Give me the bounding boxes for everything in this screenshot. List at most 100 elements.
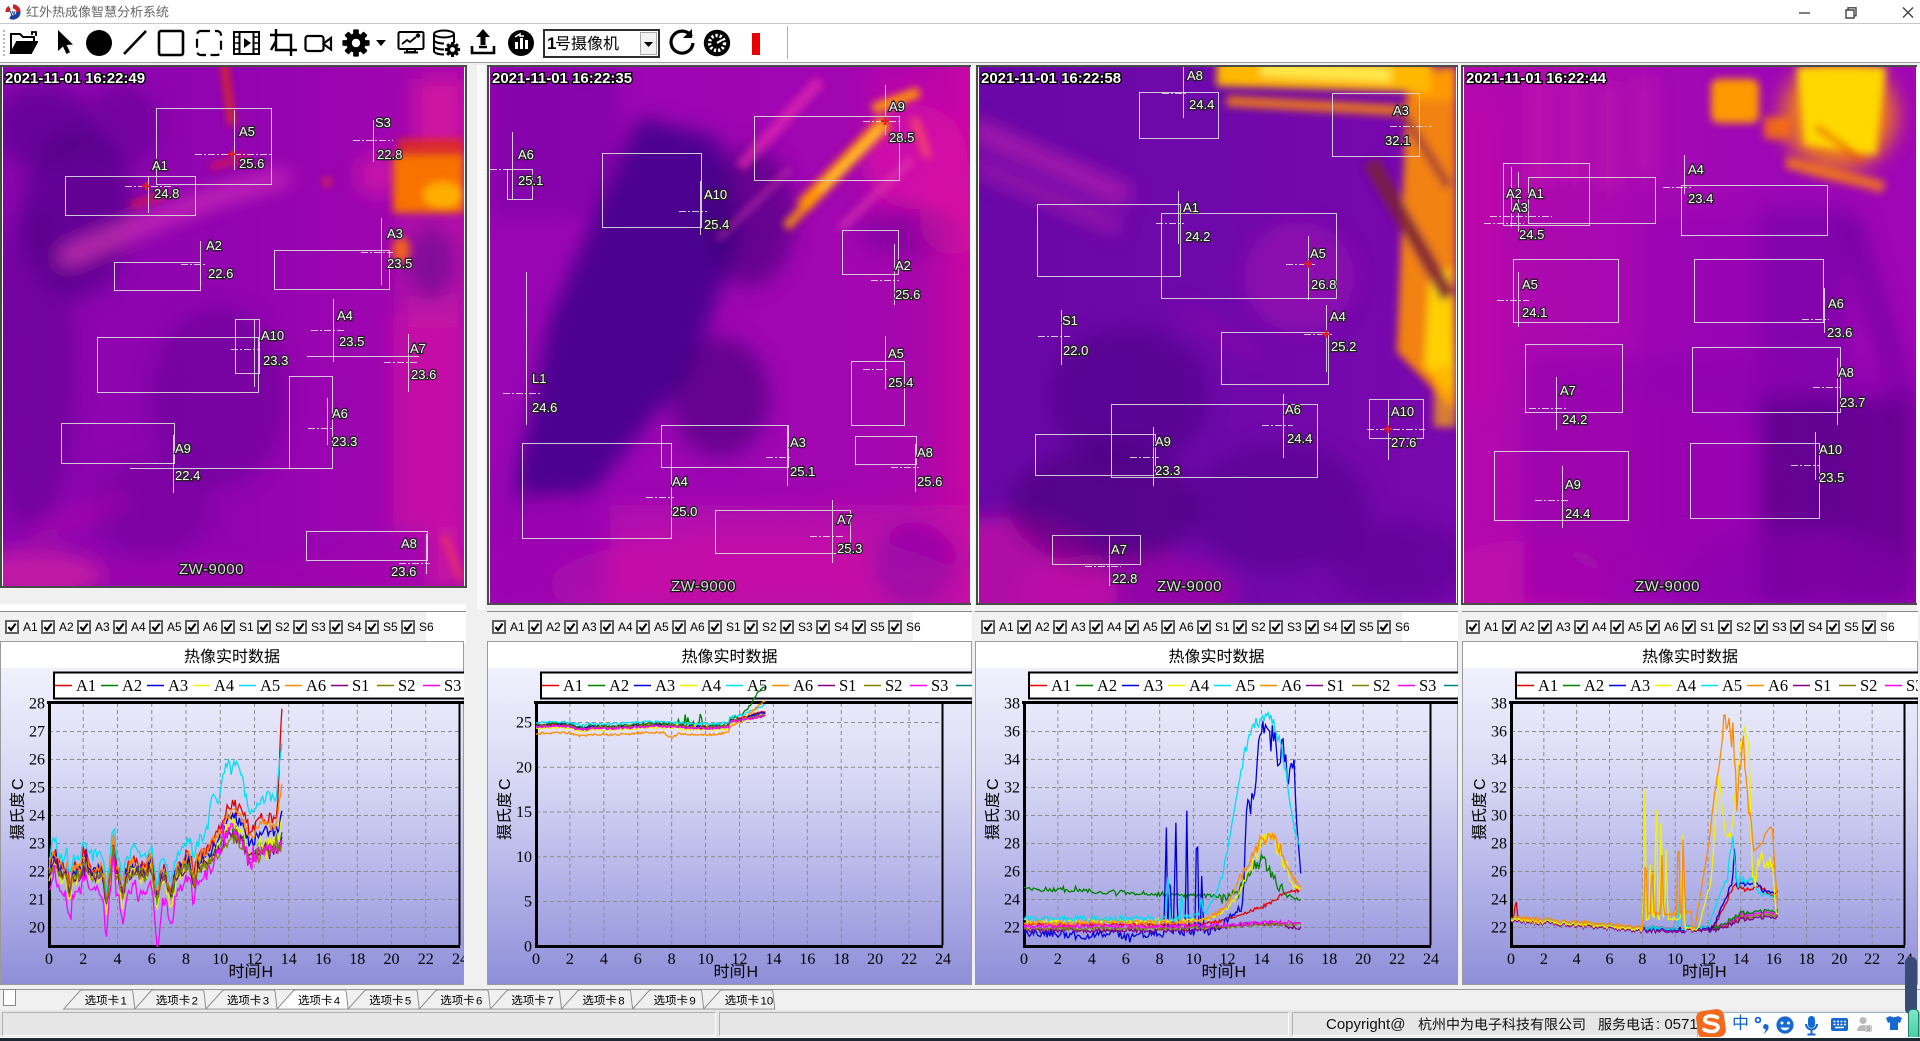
svg-text:A6: A6 [1828, 296, 1844, 311]
svg-text:A10: A10 [1391, 404, 1414, 419]
svg-text:A3: A3 [1512, 200, 1528, 215]
svg-text:9: 9 [689, 995, 695, 1007]
svg-text:A4: A4 [337, 308, 353, 323]
svg-text:22: 22 [29, 864, 45, 881]
svg-text:24.4: 24.4 [1287, 431, 1312, 446]
svg-text:14: 14 [281, 951, 297, 968]
svg-text:24.1: 24.1 [1522, 305, 1547, 320]
svg-text:S1: S1 [1327, 676, 1344, 695]
svg-text:S1: S1 [1814, 676, 1831, 695]
svg-text:C: C [10, 778, 27, 790]
svg-text:16: 16 [315, 951, 331, 968]
svg-text:4: 4 [1088, 951, 1096, 968]
svg-text:A6: A6 [306, 676, 326, 695]
svg-text:10: 10 [1186, 951, 1202, 968]
svg-text:23.5: 23.5 [387, 256, 412, 271]
svg-text:20: 20 [867, 951, 883, 968]
svg-text:A7: A7 [837, 512, 853, 527]
svg-text:16: 16 [1287, 951, 1303, 968]
svg-text:A5: A5 [1522, 277, 1538, 292]
svg-text:2: 2 [1540, 951, 1548, 968]
svg-text:24.5: 24.5 [1519, 227, 1544, 242]
svg-text:S2: S2 [1373, 676, 1390, 695]
svg-text:A3: A3 [655, 676, 675, 695]
svg-text:A1: A1 [1051, 676, 1071, 695]
svg-text:22.8: 22.8 [1112, 571, 1137, 586]
svg-text:24: 24 [1491, 892, 1507, 909]
svg-text:2021-11-01 16:22:58: 2021-11-01 16:22:58 [981, 70, 1121, 87]
svg-text:2021-11-01 16:22:35: 2021-11-01 16:22:35 [492, 70, 632, 87]
svg-text:28: 28 [1004, 836, 1020, 853]
svg-text:A3: A3 [1630, 676, 1650, 695]
svg-text:24.4: 24.4 [1189, 97, 1214, 112]
svg-text:3: 3 [263, 995, 269, 1007]
svg-text:A1: A1 [563, 676, 583, 695]
svg-text:S1: S1 [839, 676, 856, 695]
svg-text:36: 36 [1004, 724, 1020, 741]
svg-text:26: 26 [29, 752, 45, 769]
svg-text:L1: L1 [532, 371, 546, 386]
svg-text:8: 8 [668, 951, 676, 968]
svg-text:23.3: 23.3 [332, 434, 357, 449]
svg-text:23.6: 23.6 [411, 367, 436, 382]
svg-text:22: 22 [1389, 951, 1405, 968]
svg-text:ZW-9000: ZW-9000 [1635, 578, 1700, 595]
svg-text:14: 14 [1733, 951, 1749, 968]
svg-text:30: 30 [1004, 808, 1020, 825]
svg-text:20: 20 [1355, 951, 1371, 968]
svg-text:ZW-9000: ZW-9000 [671, 578, 736, 595]
svg-text:10: 10 [698, 951, 714, 968]
svg-text:8: 8 [182, 951, 190, 968]
svg-text:20: 20 [516, 759, 532, 776]
svg-text:2021-11-01 16:22:44: 2021-11-01 16:22:44 [1466, 70, 1607, 87]
svg-text:A2: A2 [1506, 186, 1522, 201]
svg-text:A3: A3 [790, 435, 806, 450]
svg-text:A2: A2 [609, 676, 629, 695]
svg-text:14: 14 [1253, 951, 1269, 968]
svg-text:25.4: 25.4 [704, 217, 729, 232]
svg-text:22: 22 [418, 951, 434, 968]
svg-text:6: 6 [148, 951, 156, 968]
svg-text:C: C [1472, 778, 1489, 790]
svg-text:H: H [262, 964, 274, 981]
svg-text:S1: S1 [1062, 313, 1078, 328]
svg-text:32: 32 [1004, 780, 1020, 797]
svg-text:6: 6 [634, 951, 642, 968]
svg-text:A4: A4 [672, 474, 688, 489]
svg-text:25.0: 25.0 [672, 504, 697, 519]
svg-text:A2: A2 [122, 676, 142, 695]
svg-text:38: 38 [1004, 696, 1020, 713]
svg-text:8: 8 [618, 995, 624, 1007]
svg-text:6: 6 [476, 995, 482, 1007]
svg-text:10: 10 [212, 951, 228, 968]
svg-text:A4: A4 [214, 676, 234, 695]
svg-text:25.1: 25.1 [518, 173, 543, 188]
svg-text:A8: A8 [401, 536, 417, 551]
svg-text:22: 22 [1004, 920, 1020, 937]
svg-text:25.4: 25.4 [888, 375, 913, 390]
svg-text:24.4: 24.4 [1565, 506, 1590, 521]
svg-text:23.3: 23.3 [1155, 463, 1180, 478]
svg-text:A8: A8 [1187, 68, 1203, 83]
svg-text:23.5: 23.5 [339, 334, 364, 349]
svg-text:21: 21 [29, 892, 45, 909]
svg-text:A1: A1 [1538, 676, 1558, 695]
svg-text:18: 18 [833, 951, 849, 968]
svg-text:A3: A3 [387, 226, 403, 241]
svg-text:23.4: 23.4 [1688, 191, 1713, 206]
svg-text:28.5: 28.5 [889, 130, 914, 145]
svg-text:20: 20 [29, 920, 45, 937]
svg-text:S3: S3 [1419, 676, 1436, 695]
svg-text:0: 0 [524, 938, 532, 955]
svg-text:10: 10 [1667, 951, 1683, 968]
svg-text:18: 18 [1321, 951, 1337, 968]
svg-text:S2: S2 [398, 676, 415, 695]
svg-text:A6: A6 [1285, 402, 1301, 417]
svg-text:24.8: 24.8 [154, 186, 179, 201]
svg-text:A4: A4 [1189, 676, 1209, 695]
svg-text:A5: A5 [239, 124, 255, 139]
svg-text:26: 26 [1491, 864, 1507, 881]
svg-text:22: 22 [901, 951, 917, 968]
svg-text:H: H [1235, 964, 1247, 981]
svg-text:25: 25 [516, 715, 532, 732]
